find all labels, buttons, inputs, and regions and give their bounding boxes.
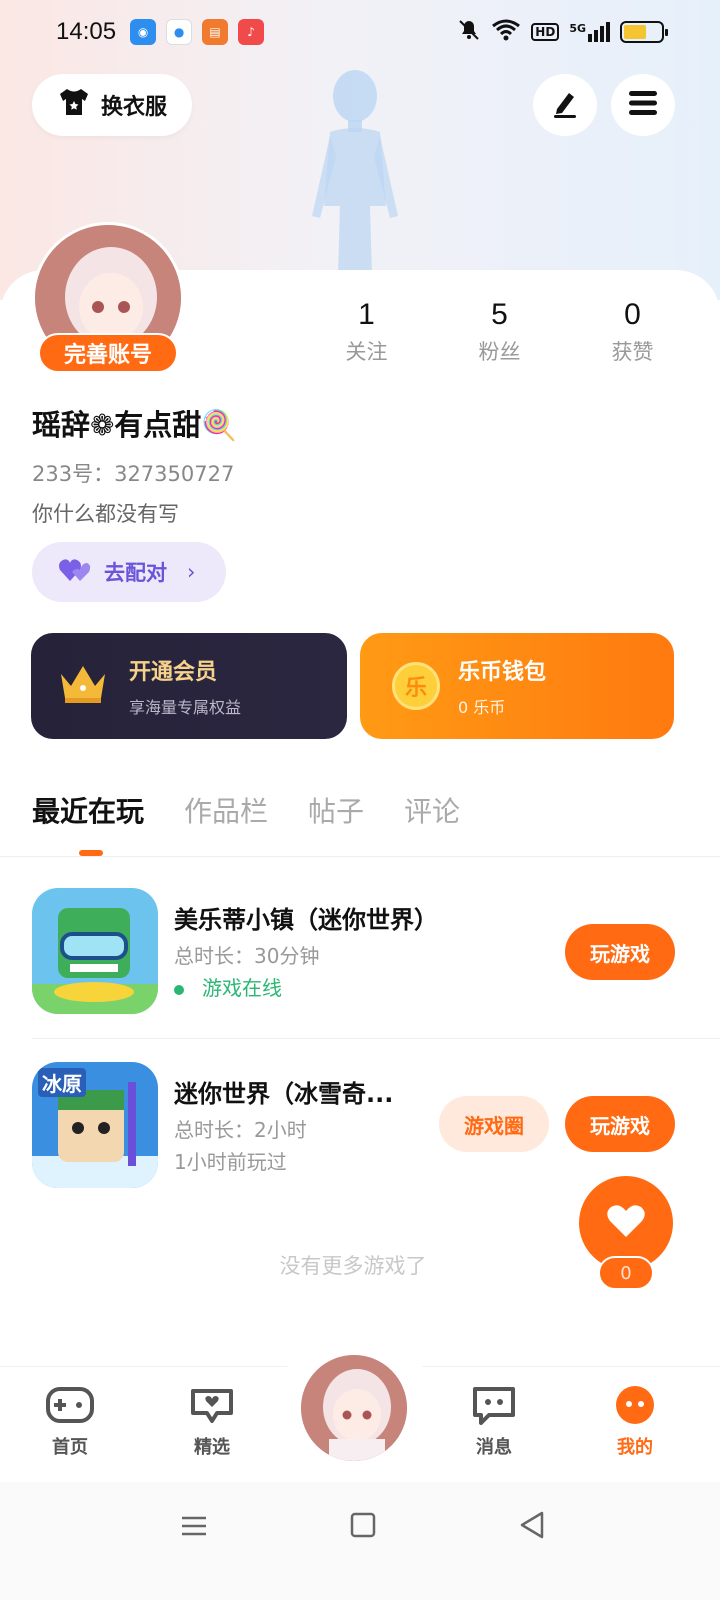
tab-works[interactable]: 作品栏 — [184, 790, 268, 830]
game-row[interactable]: 美乐蒂小镇（迷你世界） 总时长：30分钟 游戏在线 玩游戏 — [32, 888, 692, 1018]
tab-posts[interactable]: 帖子 — [308, 790, 364, 830]
music-app-icon: ♪ — [238, 19, 265, 45]
user-bio: 你什么都没有写 — [32, 502, 179, 526]
nav-label: 精选 — [194, 1437, 230, 1458]
home-square-icon[interactable] — [350, 1512, 376, 1542]
change-outfit-button[interactable]: 换衣服 — [32, 74, 192, 136]
heart-chat-icon — [187, 1389, 237, 1429]
edit-profile-button[interactable] — [533, 74, 597, 136]
game-title: 美乐蒂小镇（迷你世界） — [174, 906, 438, 934]
complete-account-badge[interactable]: 完善账号 — [38, 333, 178, 373]
wallet-card[interactable]: 乐 乐币钱包 0 乐币 — [360, 633, 674, 739]
stat-label: 关注 — [345, 340, 388, 364]
stat-label: 获赞 — [611, 340, 654, 364]
like-count: 0 — [598, 1256, 654, 1290]
book-app-icon: ▤ — [202, 19, 229, 45]
pen-icon — [549, 87, 581, 123]
nav-home[interactable]: 首页 — [30, 1385, 110, 1459]
nav-label: 首页 — [52, 1437, 88, 1458]
game-icon — [32, 888, 158, 1014]
status-app-icons: ◉ ● ▤ ♪ — [130, 19, 265, 45]
profile-tabs: 最近在玩 作品栏 帖子 评论 — [32, 790, 460, 830]
chat-icon — [469, 1387, 519, 1429]
status-indicators: HD 5G — [457, 18, 668, 46]
battery-icon — [620, 21, 668, 43]
wallet-balance: 0 乐币 — [458, 698, 506, 717]
app-notification-icon: ● — [166, 19, 193, 45]
mute-icon — [457, 18, 481, 46]
nav-label: 消息 — [476, 1437, 512, 1458]
game-duration: 总时长：2小时 — [174, 1118, 307, 1142]
game-title: 迷你世界（冰雪奇... — [174, 1080, 394, 1108]
game-row[interactable]: 冰原 迷你世界（冰雪奇... 总时长：2小时 1小时前玩过 游戏圈 玩游戏 — [32, 1062, 692, 1192]
network-type: 5G — [569, 22, 586, 35]
nav-messages[interactable]: 消息 — [454, 1385, 534, 1459]
tshirt-icon — [57, 87, 91, 123]
recents-menu-icon[interactable] — [180, 1512, 208, 1544]
match-label: 去配对 — [104, 561, 167, 585]
crown-icon — [57, 662, 109, 710]
game-icon-text: 冰原 — [38, 1068, 86, 1097]
avatar-3d-figure — [300, 66, 410, 276]
tab-recently-played[interactable]: 最近在玩 — [32, 790, 144, 830]
stat-value: 1 — [358, 298, 375, 331]
system-navigation-bar — [0, 1482, 720, 1600]
nav-center-avatar[interactable] — [298, 1352, 410, 1464]
vip-membership-card[interactable]: 开通会员 享海量专属权益 — [31, 633, 347, 739]
game-duration: 总时长：30分钟 — [174, 944, 320, 968]
change-outfit-label: 换衣服 — [100, 95, 167, 120]
nav-me[interactable]: 我的 — [595, 1385, 675, 1459]
play-game-button[interactable]: 玩游戏 — [565, 924, 675, 980]
username: 瑶辞❁有点甜🍭 — [32, 408, 238, 442]
coin-icon: 乐 — [392, 662, 440, 710]
hamburger-menu-icon — [627, 89, 659, 121]
chevron-right-icon: › — [187, 560, 196, 584]
nav-label: 我的 — [617, 1437, 653, 1458]
stat-label: 粉丝 — [478, 340, 521, 364]
hd-icon: HD — [531, 23, 560, 41]
gamepad-icon — [45, 1387, 95, 1429]
game-icon: 冰原 — [32, 1062, 158, 1188]
profile-stats: 1 关注 5 粉丝 0 获赞 — [300, 298, 700, 366]
back-triangle-icon[interactable] — [518, 1510, 546, 1544]
double-heart-icon — [58, 557, 92, 588]
play-game-button[interactable]: 玩游戏 — [565, 1096, 675, 1152]
stat-following[interactable]: 1 关注 — [300, 298, 433, 366]
tab-comments[interactable]: 评论 — [404, 790, 460, 830]
menu-button[interactable] — [611, 74, 675, 136]
stat-followers[interactable]: 5 粉丝 — [433, 298, 566, 366]
wallet-title: 乐币钱包 — [458, 660, 547, 685]
user-id: 233号：327350727 — [32, 462, 235, 486]
online-dot-icon — [174, 984, 184, 995]
game-last-played: 1小时前玩过 — [174, 1150, 287, 1174]
coin-label: 乐 — [404, 676, 427, 701]
match-button[interactable]: 去配对 › — [32, 542, 226, 602]
stat-value: 5 — [491, 298, 508, 331]
status-bar: 14:05 ◉ ● ▤ ♪ HD 5G — [0, 0, 720, 64]
row-divider — [32, 1038, 720, 1039]
tabs-divider — [0, 856, 720, 857]
nav-featured[interactable]: 精选 — [172, 1385, 252, 1459]
game-circle-button[interactable]: 游戏圈 — [439, 1096, 549, 1152]
profile-face-icon — [610, 1386, 660, 1429]
app-notification-icon: ◉ — [130, 19, 157, 45]
cell-signal-icon: 5G — [569, 22, 610, 42]
status-time: 14:05 — [56, 18, 117, 45]
vip-title: 开通会员 — [129, 660, 218, 685]
stat-value: 0 — [624, 298, 641, 331]
game-status: 游戏在线 — [174, 972, 282, 1001]
stat-likes[interactable]: 0 获赞 — [566, 298, 699, 366]
wifi-icon — [491, 18, 521, 46]
game-status-label: 游戏在线 — [202, 976, 282, 1000]
vip-subtitle: 享海量专属权益 — [129, 698, 242, 717]
heart-icon — [606, 1203, 646, 1243]
